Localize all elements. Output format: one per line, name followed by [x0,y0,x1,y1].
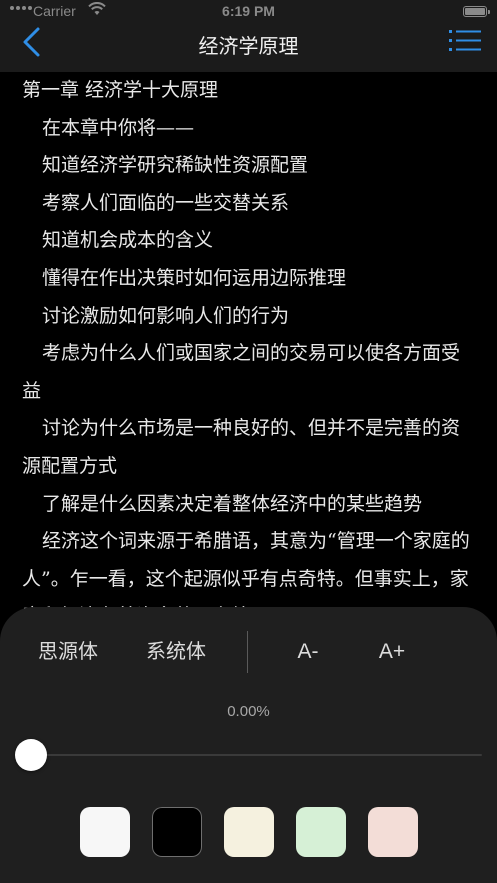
chapter-title: 第一章 经济学十大原理 [22,79,219,101]
theme-black-swatch[interactable] [152,807,202,857]
list-icon[interactable] [449,28,481,54]
paragraph: 了解是什么因素决定着整体经济中的某些趋势 [42,492,423,515]
increase-font-size-button[interactable]: A+ [369,637,415,667]
paragraph: 讨论激励如何影响人们的行为 [42,304,290,327]
battery-icon [463,6,490,17]
theme-white-swatch[interactable] [80,807,130,857]
status-bar: Carrier 6:19 PM [0,0,497,22]
navigation-bar: Carrier 6:19 PM 经济学原理 [0,0,497,72]
page-title: 经济学原理 [198,36,299,58]
theme-color-row [0,807,497,857]
font-settings-row: 思源体 系统体 A- A+ [0,607,497,697]
reader-screen: Carrier 6:19 PM 经济学原理 第一章 经济学十大原理 在本章中你将… [0,0,497,883]
status-time: 6:19 PM [222,3,275,19]
reading-progress-label: 0.00% [227,703,270,720]
paragraph: 懂得在作出决策时如何运用边际推理 [42,266,347,289]
font-siyuan-button[interactable]: 思源体 [33,637,103,667]
theme-pink-swatch[interactable] [368,807,418,857]
theme-cream-swatch[interactable] [224,807,274,857]
slider-track [16,754,482,756]
decrease-font-size-button[interactable]: A- [285,637,331,667]
paragraph: 经济这个词来源于希腊语，其意为“管理一个家庭的人”。乍一看，这个起源似乎有点奇特… [22,530,470,612]
paragraph: 考察人们面临的一些交替关系 [42,191,290,214]
paragraph: 在本章中你将—— [42,116,195,139]
font-system-button[interactable]: 系统体 [141,637,211,667]
paragraph: 知道经济学研究稀缺性资源配置 [42,154,309,177]
slider-thumb[interactable] [15,739,47,771]
paragraph: 讨论为什么市场是一种良好的、但并不是完善的资源配置方式 [22,417,461,477]
divider [247,631,248,673]
paragraph: 考虑为什么人们或国家之间的交易可以使各方面受益 [22,342,461,402]
paragraph: 知道机会成本的含义 [42,229,214,252]
reader-settings-panel: 思源体 系统体 A- A+ 0.00% [0,607,497,883]
theme-green-swatch[interactable] [296,807,346,857]
reading-content: 第一章 经济学十大原理 在本章中你将—— 知道经济学研究稀缺性资源配置 考察人们… [0,72,497,612]
reading-progress-slider[interactable] [15,738,482,772]
